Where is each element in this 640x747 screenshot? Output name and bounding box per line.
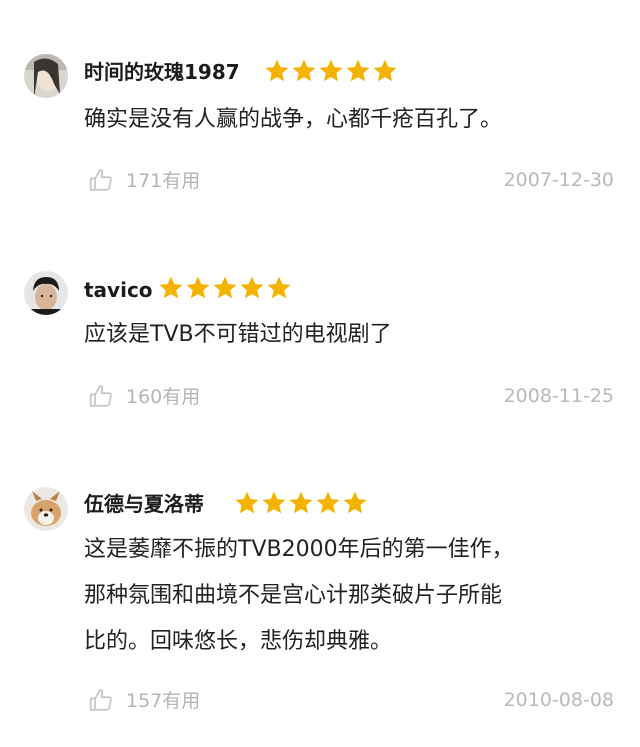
useful-count: 171有用	[126, 170, 201, 192]
star-icon	[346, 59, 370, 82]
star-rating	[264, 58, 398, 84]
username[interactable]: tavico	[84, 277, 153, 303]
review-comment: 这是萎靡不振的TVB2000年后的第一佳作， 那种氛围和曲境不是宫心计那类破片子…	[84, 527, 614, 665]
useful-button[interactable]: 160有用	[88, 382, 200, 409]
star-icon	[289, 491, 313, 514]
comment-line: 应该是TVB不可错过的电视剧了	[84, 322, 392, 347]
star-icon	[240, 276, 264, 299]
useful-count: 160有用	[126, 386, 201, 408]
star-icon	[186, 276, 210, 299]
review-date: 2007-12-30	[503, 169, 614, 191]
star-icon	[373, 59, 397, 82]
star-icon	[235, 491, 259, 514]
avatar[interactable]	[24, 54, 68, 98]
star-icon	[343, 491, 367, 514]
useful-count: 157有用	[126, 690, 201, 712]
review-comment: 应该是TVB不可错过的电视剧了	[84, 312, 614, 358]
avatar[interactable]	[24, 271, 68, 315]
thumbs-up-icon	[89, 384, 112, 407]
thumbs-up-icon	[89, 168, 112, 191]
star-icon	[292, 59, 316, 82]
star-rating	[234, 490, 368, 516]
thumbs-up-icon	[89, 688, 112, 711]
username[interactable]: 时间的玫瑰1987	[84, 59, 240, 85]
comment-line: 比的。回味悠长，悲伤却典雅。	[84, 629, 393, 654]
username[interactable]: 伍德与夏洛蒂	[84, 491, 204, 517]
review-comment: 确实是没有人赢的战争，心都千疮百孔了。	[84, 97, 614, 143]
review-date: 2008-11-25	[503, 385, 614, 407]
star-icon	[262, 491, 286, 514]
avatar[interactable]	[24, 487, 68, 531]
star-icon	[265, 59, 289, 82]
star-icon	[213, 276, 237, 299]
star-icon	[267, 276, 291, 299]
star-icon	[316, 491, 340, 514]
comment-line: 那种氛围和曲境不是宫心计那类破片子所能	[84, 583, 503, 608]
review-date: 2010-08-08	[503, 689, 614, 711]
comment-line: 这是萎靡不振的TVB2000年后的第一佳作，	[84, 537, 514, 562]
star-rating	[158, 275, 292, 301]
star-icon	[319, 59, 343, 82]
useful-button[interactable]: 171有用	[88, 166, 200, 193]
star-icon	[159, 276, 183, 299]
comment-line: 确实是没有人赢的战争，心都千疮百孔了。	[84, 107, 503, 132]
useful-button[interactable]: 157有用	[88, 686, 200, 713]
